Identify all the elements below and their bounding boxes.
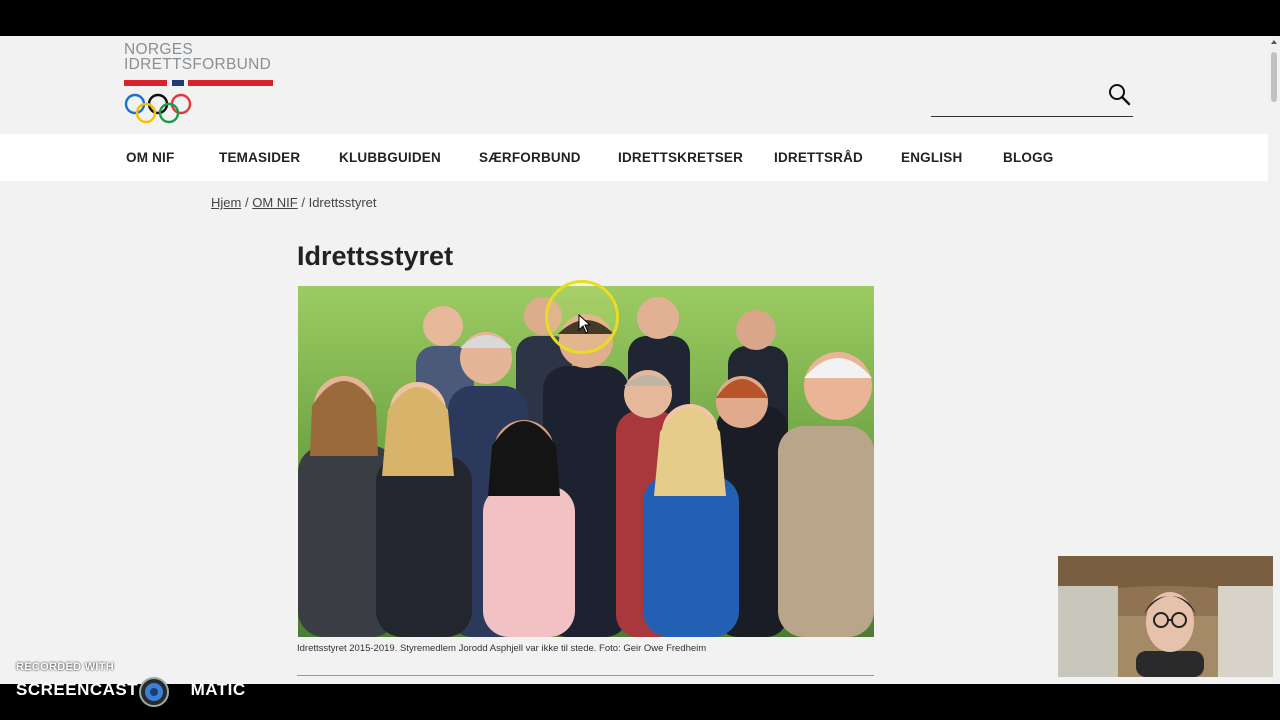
nav-item-klubbguiden[interactable]: KLUBBGUIDEN xyxy=(339,150,441,165)
nav-item-blogg[interactable]: BLOGG xyxy=(1003,150,1054,165)
screencast-matic-brand: SCREENCAST MATIC xyxy=(16,680,246,700)
logo-line-1: NORGES xyxy=(124,41,193,58)
logo-stripe-red-right xyxy=(188,80,273,86)
nav-item-idrettsrad[interactable]: IDRETTSRÅD xyxy=(774,150,863,165)
breadcrumb: Hjem / OM NIF / Idrettsstyret xyxy=(211,195,377,210)
image-caption: Idrettsstyret 2015-2019. Styremedlem Jor… xyxy=(297,643,707,654)
breadcrumb-current: Idrettsstyret xyxy=(308,195,377,210)
recorded-with-label: RECORDED WITH xyxy=(16,661,115,673)
search-input[interactable] xyxy=(931,84,1105,112)
brand-left-text: SCREENCAST xyxy=(16,680,139,699)
nav-item-idrettskretser[interactable]: IDRETTSKRETSER xyxy=(618,150,743,165)
screencast-matic-logo-icon xyxy=(139,677,169,707)
olympic-rings-icon xyxy=(124,93,192,124)
breadcrumb-parent-link[interactable]: OM NIF xyxy=(252,195,298,210)
nav-item-saerforbund[interactable]: SÆRFORBUND xyxy=(479,150,581,165)
breadcrumb-separator: / xyxy=(301,195,305,210)
nav-item-om-nif[interactable]: OM NIF xyxy=(126,150,174,165)
search-box xyxy=(931,76,1133,117)
breadcrumb-home-link[interactable]: Hjem xyxy=(211,195,241,210)
nav-item-english[interactable]: ENGLISH xyxy=(901,150,962,165)
webcam-presenter-image xyxy=(1058,556,1273,677)
mouse-pointer-icon xyxy=(578,314,592,334)
content-divider xyxy=(297,675,874,676)
scroll-up-arrow-icon[interactable] xyxy=(1270,38,1278,46)
nav-item-temasider[interactable]: TEMASIDER xyxy=(219,150,300,165)
scrollbar-thumb[interactable] xyxy=(1271,52,1277,102)
breadcrumb-separator: / xyxy=(244,195,249,210)
nif-logo[interactable]: NORGES IDRETTSFORBUND xyxy=(124,42,274,128)
logo-stripe-red-left xyxy=(124,80,167,86)
logo-stripe-blue xyxy=(172,80,184,86)
webcam-overlay xyxy=(1058,556,1273,677)
logo-line-2: IDRETTSFORBUND xyxy=(124,56,272,73)
page-title: Idrettsstyret xyxy=(297,241,454,271)
main-nav: OM NIF TEMASIDER KLUBBGUIDEN SÆRFORBUND … xyxy=(0,134,1268,181)
video-top-bar xyxy=(0,0,1280,36)
search-icon[interactable] xyxy=(1107,82,1131,106)
site-header: NORGES IDRETTSFORBUND xyxy=(0,36,1268,134)
brand-right-text: MATIC xyxy=(190,680,246,699)
